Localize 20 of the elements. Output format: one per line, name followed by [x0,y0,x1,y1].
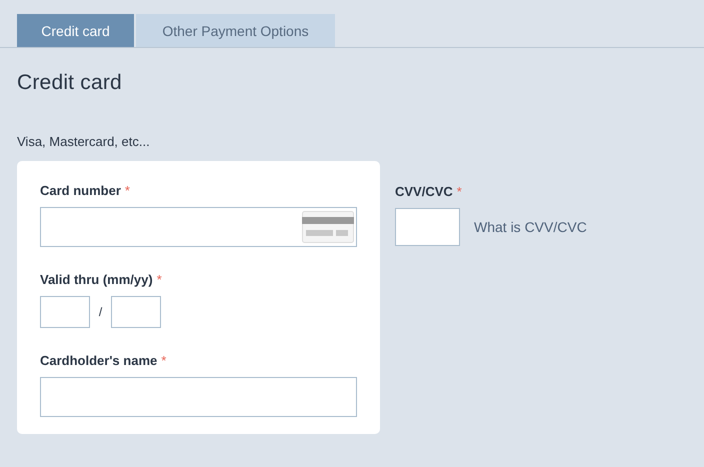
required-mark: * [161,353,166,369]
credit-card-icon [302,211,354,243]
year-field[interactable] [111,296,161,328]
page-title: Credit card [17,70,123,96]
required-mark: * [124,183,130,199]
card-number-field[interactable] [40,207,357,247]
tab[interactable]: Credit card [17,14,134,47]
date-separator: / [98,305,104,319]
month-field[interactable] [40,296,90,328]
cvv-help-link[interactable]: What is CVV/CVC [474,219,587,235]
cardholder-name-field[interactable] [40,377,357,417]
field-label: Card number [40,183,121,199]
cvv-field[interactable] [395,208,460,246]
required-mark: * [456,184,462,200]
tab[interactable]: Other Payment Options [136,14,335,47]
field-label: Valid thru (mm/yy) [40,272,153,288]
field-label: CVV/CVC [395,184,453,200]
field-label: Cardholder's name [40,353,158,369]
required-mark: * [156,272,162,288]
subtitle: Visa, Mastercard, etc... [17,134,151,150]
